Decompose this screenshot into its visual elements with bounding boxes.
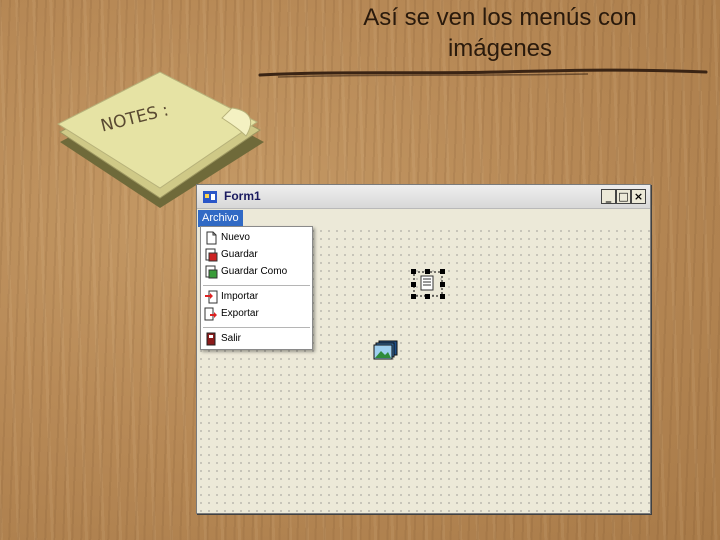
menu-archivo[interactable]: Archivo xyxy=(198,210,243,227)
title-divider xyxy=(258,68,708,78)
maximize-button[interactable]: □ xyxy=(616,189,631,204)
menu-item-guardar[interactable]: Guardar xyxy=(201,247,312,264)
exit-icon xyxy=(206,332,216,346)
export-icon xyxy=(204,307,217,321)
slide-title: Así se ven los menús con imágenes xyxy=(300,2,700,64)
menu-item-label: Importar xyxy=(221,291,259,302)
minimize-button[interactable]: _ xyxy=(601,189,616,204)
vb-form-icon xyxy=(203,191,217,203)
menu-item-label: Nuevo xyxy=(221,232,250,243)
form-menubar: Archivo xyxy=(197,210,650,227)
menu-separator xyxy=(203,327,310,328)
close-button[interactable]: × xyxy=(631,189,646,204)
import-icon xyxy=(205,290,218,304)
new-file-icon xyxy=(206,231,217,245)
menu-control-selected[interactable] xyxy=(410,268,446,300)
menu-item-label: Guardar xyxy=(221,249,258,260)
menu-item-nuevo[interactable]: Nuevo xyxy=(201,230,312,247)
menu-item-salir[interactable]: Salir xyxy=(201,331,312,348)
save-icon xyxy=(205,248,218,262)
menu-item-label: Guardar Como xyxy=(221,266,288,277)
imagelist-control-icon[interactable] xyxy=(373,340,398,360)
menu-item-guardar-como[interactable]: Guardar Como xyxy=(201,264,312,281)
form-titlebar[interactable]: Form1 _ □ × xyxy=(197,185,650,209)
save-as-icon xyxy=(205,265,218,279)
menu-item-importar[interactable]: Importar xyxy=(201,289,312,306)
menu-item-exportar[interactable]: Exportar xyxy=(201,306,312,323)
menu-item-label: Salir xyxy=(221,333,242,344)
menu-separator xyxy=(203,285,310,286)
menu-item-label: Exportar xyxy=(221,308,259,319)
slide-title-line1: Así se ven los menús con xyxy=(363,4,637,31)
form-title: Form1 xyxy=(224,189,261,203)
archivo-dropdown-menu: Nuevo Guardar Guardar Como Importar Expo… xyxy=(200,226,313,350)
slide-title-line2: imágenes xyxy=(447,35,553,62)
